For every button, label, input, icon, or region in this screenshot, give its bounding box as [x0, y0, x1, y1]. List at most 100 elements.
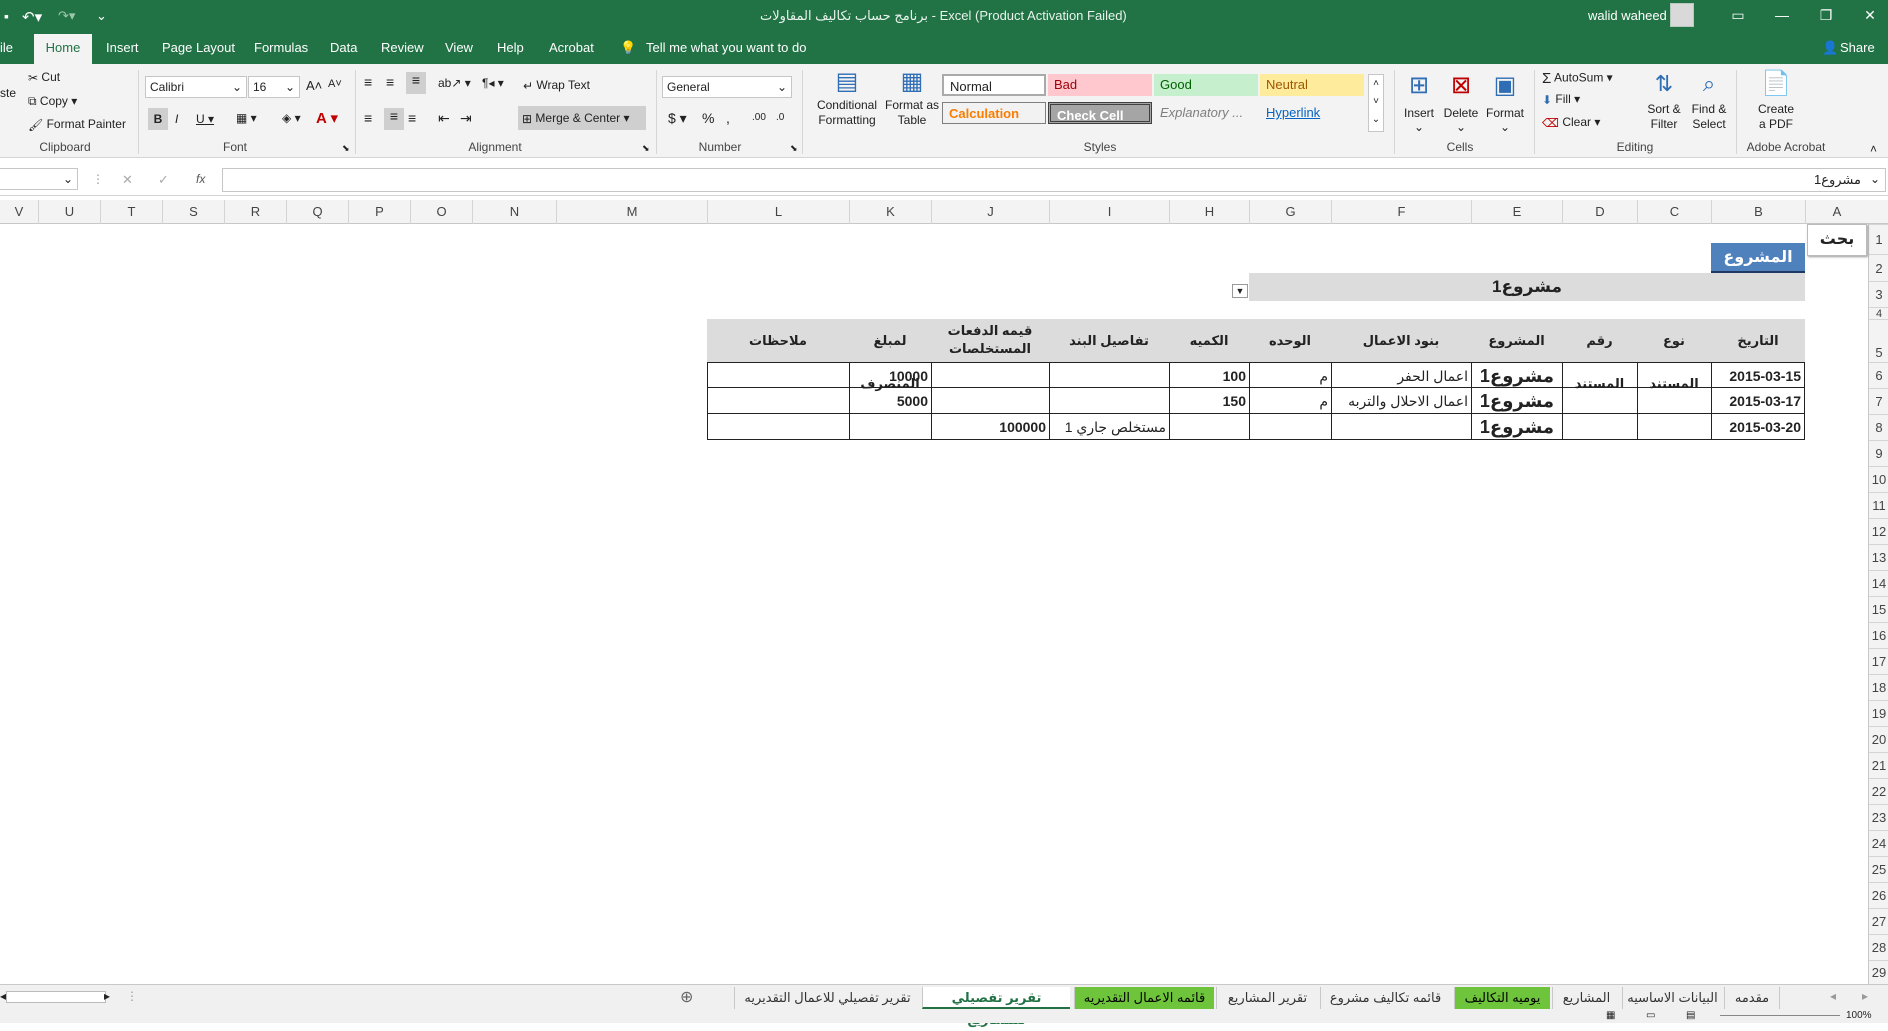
align-bottom-icon[interactable]: ≡ — [406, 72, 426, 94]
percent-icon[interactable]: % — [702, 110, 714, 126]
col-header[interactable]: H — [1169, 200, 1249, 224]
col-header[interactable]: I — [1049, 200, 1169, 224]
col-header[interactable]: B — [1711, 200, 1805, 224]
zoom-level[interactable]: 100% — [1846, 1010, 1872, 1021]
enter-icon[interactable]: ✓ — [158, 172, 169, 188]
cell-doc-no[interactable] — [1562, 414, 1637, 440]
col-header[interactable]: Q — [286, 200, 348, 224]
paste-button[interactable]: ste — [0, 86, 16, 100]
col-header[interactable]: V — [0, 200, 38, 224]
row-number[interactable]: 25 — [1869, 856, 1888, 882]
col-header[interactable]: F — [1331, 200, 1471, 224]
row-number[interactable]: 22 — [1869, 778, 1888, 804]
format-painter-button[interactable]: 🖌 Format Painter — [28, 117, 126, 132]
bold-button[interactable]: B — [148, 108, 168, 130]
style-neutral[interactable]: Neutral — [1260, 74, 1364, 96]
styles-scroll[interactable]: ˄ ˅ ⌄ — [1368, 74, 1384, 132]
insert-cells-button[interactable]: ⊞ Insert ⌄ — [1398, 66, 1440, 134]
col-header[interactable]: M — [556, 200, 707, 224]
cell-unit[interactable]: م — [1249, 388, 1331, 414]
cell-unit[interactable]: م — [1249, 363, 1331, 389]
currency-icon[interactable]: $ ▾ — [668, 110, 687, 127]
decrease-font-icon[interactable]: A˅ — [328, 78, 342, 90]
row-number[interactable]: 23 — [1869, 804, 1888, 830]
row-number[interactable]: 8 — [1869, 414, 1888, 440]
find-select-button[interactable]: ⌕ Find & Select — [1684, 66, 1734, 132]
split-handle[interactable]: ⋮ — [126, 989, 138, 1003]
page-break-icon[interactable]: ▤ — [1686, 1010, 1695, 1021]
row-number[interactable]: 4 — [1869, 307, 1888, 320]
col-header[interactable]: N — [472, 200, 556, 224]
cell-notes[interactable] — [707, 388, 849, 414]
orientation-icon[interactable]: ab↗ ▾ — [438, 76, 471, 90]
sheet-tab[interactable]: يوميه التكاليف — [1454, 987, 1550, 1009]
style-calculation[interactable]: Calculation — [942, 102, 1046, 124]
sheet-tab[interactable]: تقرير تفصيلي للاعمال التقديريه — [734, 987, 920, 1009]
tell-me-input[interactable]: Tell me what you want to do — [646, 40, 806, 55]
rtl-icon[interactable]: ¶◂ ▾ — [482, 76, 504, 90]
clear-button[interactable]: ⌫ Clear ▾ — [1542, 115, 1600, 130]
cell-work-item[interactable]: اعمال الاحلال والتربه — [1331, 388, 1471, 414]
col-header[interactable]: S — [162, 200, 224, 224]
style-explanatory[interactable]: Explanatory ... — [1154, 102, 1258, 124]
project-selector[interactable]: مشروع1 — [1249, 273, 1805, 301]
row-number[interactable]: 11 — [1869, 492, 1888, 518]
formula-input[interactable]: مشروع1 — [222, 168, 1886, 192]
font-color-icon[interactable]: A ▾ — [316, 109, 338, 127]
row-number[interactable]: 20 — [1869, 726, 1888, 752]
cell-spent[interactable]: 5000 — [849, 388, 931, 414]
decrease-decimal-icon[interactable]: .0 — [776, 112, 784, 123]
col-header[interactable]: O — [410, 200, 472, 224]
dropdown-arrow-icon[interactable]: ▼ — [1232, 284, 1248, 298]
cell-work-item[interactable]: اعمال الحفر — [1331, 363, 1471, 389]
tab-help[interactable]: Help — [497, 40, 524, 55]
row-number[interactable]: 17 — [1869, 648, 1888, 674]
sheet-tab[interactable]: مقدمه — [1724, 987, 1780, 1009]
increase-indent-icon[interactable]: ⇥ — [460, 110, 472, 127]
sheet-tab[interactable]: قائمه الاعمال التقديريه — [1074, 987, 1214, 1009]
cell-notes[interactable] — [707, 363, 849, 389]
delete-cells-button[interactable]: ⊠ Delete ⌄ — [1440, 66, 1482, 134]
avatar[interactable] — [1670, 3, 1694, 27]
fill-color-icon[interactable]: ◈ ▾ — [282, 111, 301, 125]
number-format-select[interactable]: General ⌄ — [662, 76, 792, 98]
cell-spent[interactable] — [849, 414, 931, 440]
minimize-icon[interactable]: — — [1760, 0, 1804, 32]
row-number[interactable]: 1 — [1869, 224, 1888, 254]
share-icon[interactable]: 👤 — [1822, 40, 1838, 56]
cell-qty[interactable] — [1169, 414, 1249, 440]
cell-date[interactable]: 2015-03-20 — [1711, 414, 1805, 440]
sheet-tab-active[interactable]: تقرير تفصيلي للمشاريع — [922, 987, 1070, 1027]
row-number[interactable]: 2 — [1869, 254, 1888, 281]
col-header[interactable]: U — [38, 200, 100, 224]
col-header[interactable]: P — [348, 200, 410, 224]
row-number[interactable]: 21 — [1869, 752, 1888, 778]
format-cells-button[interactable]: ▣ Format ⌄ — [1482, 66, 1528, 134]
share-button[interactable]: Share — [1840, 40, 1875, 55]
cell-unit[interactable] — [1249, 414, 1331, 440]
dialog-launcher-icon[interactable]: ⬊ — [790, 143, 798, 154]
tab-acrobat[interactable]: Acrobat — [549, 40, 594, 55]
row-number[interactable]: 29 — [1869, 960, 1888, 984]
align-center-icon[interactable]: ≡ — [384, 108, 404, 130]
col-header[interactable]: J — [931, 200, 1049, 224]
cell-doc-type[interactable] — [1637, 414, 1711, 440]
row-number[interactable]: 9 — [1869, 440, 1888, 466]
cell-doc-no[interactable] — [1562, 363, 1637, 389]
wrap-text-button[interactable]: ↵ Wrap Text — [523, 78, 590, 93]
tab-view[interactable]: View — [445, 40, 473, 55]
row-number[interactable]: 13 — [1869, 544, 1888, 570]
conditional-formatting-button[interactable]: ▤ Conditional Formatting — [812, 66, 882, 128]
decrease-indent-icon[interactable]: ⇤ — [438, 110, 450, 127]
tab-home[interactable]: Home — [34, 34, 92, 64]
cell-details[interactable] — [1049, 363, 1169, 389]
tab-review[interactable]: Review — [381, 40, 424, 55]
cell-doc-type[interactable] — [1637, 363, 1711, 389]
row-number[interactable]: 10 — [1869, 466, 1888, 492]
cell-project[interactable]: مشروع1 — [1471, 388, 1562, 414]
page-layout-icon[interactable]: ▭ — [1646, 1010, 1655, 1021]
ribbon-display-icon[interactable]: ▭ — [1716, 0, 1760, 32]
add-sheet-icon[interactable]: ⊕ — [680, 987, 693, 1007]
tab-insert[interactable]: Insert — [106, 40, 139, 55]
cancel-icon[interactable]: ✕ — [122, 172, 133, 188]
